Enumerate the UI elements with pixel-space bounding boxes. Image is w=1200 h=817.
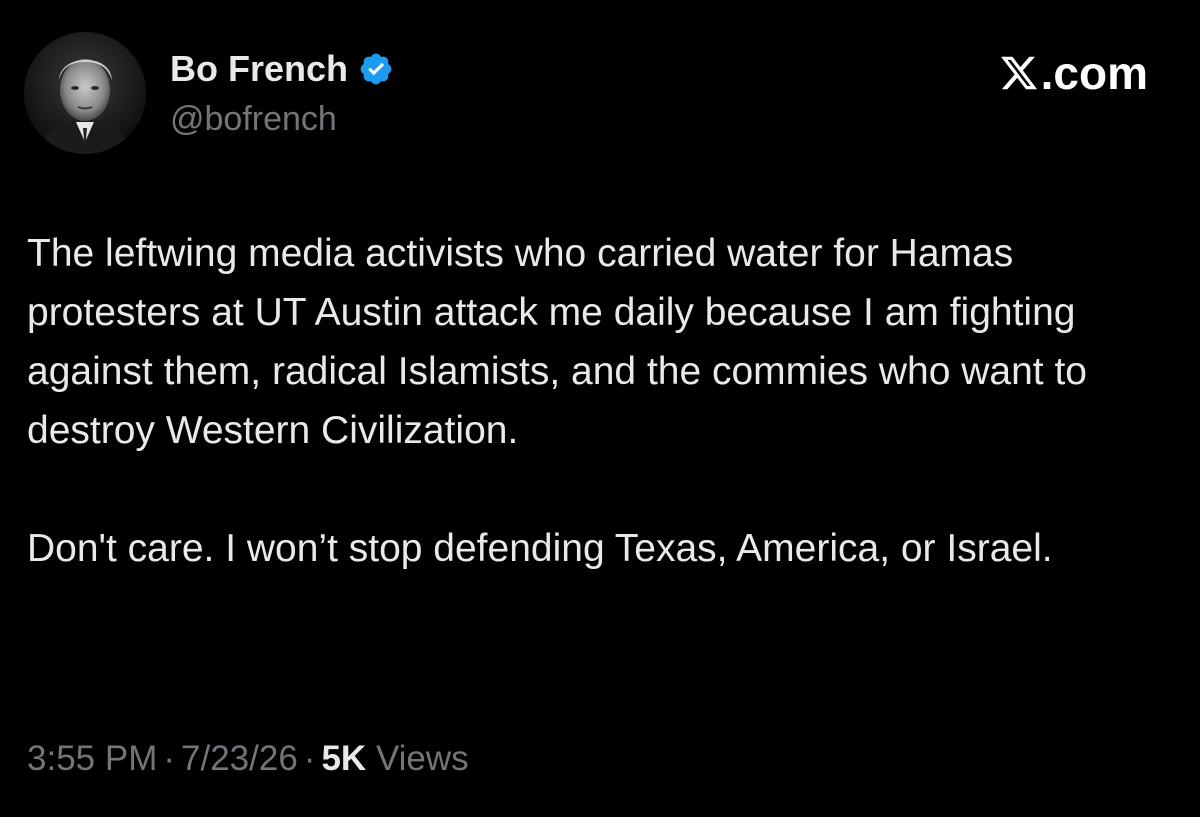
brand-watermark: .com	[999, 46, 1148, 100]
profile-photo	[24, 32, 146, 154]
verified-badge-icon	[358, 51, 394, 87]
brand-domain-text: .com	[1040, 47, 1148, 99]
post-paragraph: The leftwing media activists who carried…	[27, 232, 1087, 452]
author-avatar[interactable]	[24, 32, 146, 154]
author-handle[interactable]: @bofrench	[170, 98, 337, 140]
x-logo-icon	[999, 53, 1039, 93]
views-count[interactable]: 5K	[321, 739, 366, 778]
post-paragraph: Don't care. I won’t stop defending Texas…	[27, 527, 1053, 570]
post-time[interactable]: 3:55 PM	[27, 739, 157, 778]
meta-separator: ·	[163, 739, 176, 778]
meta-separator: ·	[303, 739, 316, 778]
views-label: Views	[375, 739, 469, 778]
post-card: Bo French @bofrench .com The leftwing me…	[0, 0, 1200, 817]
post-text: The leftwing media activists who carried…	[27, 224, 1187, 578]
post-metadata: 3:55 PM · 7/23/26 · 5K Views	[27, 734, 469, 784]
author-name-row: Bo French	[170, 46, 394, 92]
post-date[interactable]: 7/23/26	[181, 739, 298, 778]
author-display-name[interactable]: Bo French	[170, 46, 348, 92]
